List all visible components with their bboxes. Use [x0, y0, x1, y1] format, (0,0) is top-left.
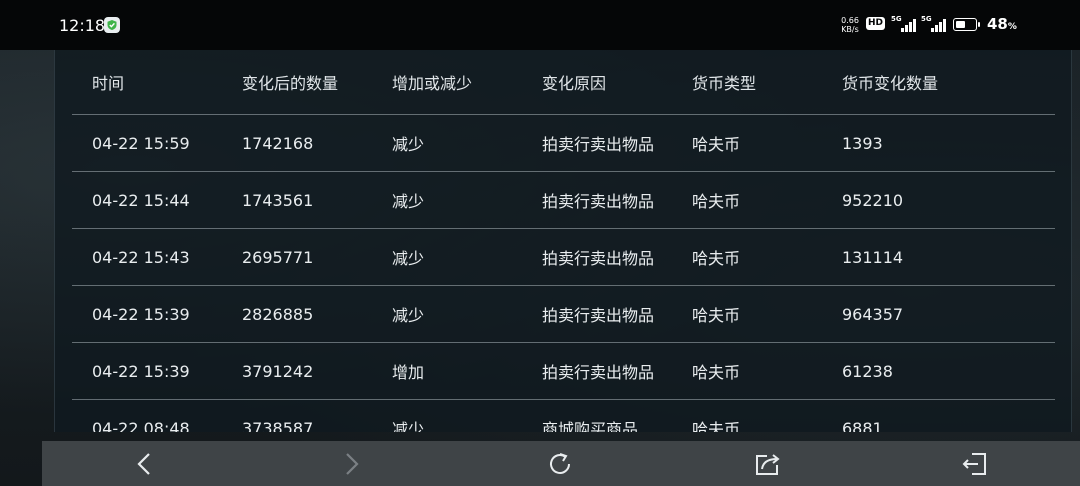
cell-time: 04-22 15:59 — [92, 133, 190, 153]
network-speed-unit: KB/s — [841, 25, 859, 34]
signal-2-icon: 5G — [921, 15, 947, 33]
cell-currency-type: 哈夫币 — [692, 420, 741, 432]
battery-percent: 48% — [987, 15, 1017, 33]
back-icon — [137, 453, 150, 475]
refresh-icon — [550, 453, 570, 474]
navigation-bar — [42, 441, 1080, 486]
forward-icon — [346, 453, 359, 475]
cell-change-amount: 6881 — [842, 418, 883, 433]
cell-change-amount: 952210 — [842, 190, 904, 210]
battery-fill — [956, 21, 965, 28]
share-icon — [756, 454, 780, 475]
cell-time: 04-22 15:44 — [92, 190, 190, 210]
signal-1-icon: 5G — [891, 15, 917, 33]
cell-change-direction: 减少 — [392, 306, 425, 325]
cell-change-amount: 964357 — [842, 304, 904, 324]
cell-change-direction: 减少 — [392, 135, 425, 154]
refresh-button[interactable] — [545, 449, 575, 479]
battery-percent-unit: % — [1007, 22, 1017, 32]
screen: 12:18 0.66 KB/s HD 5G 5G 48% 时间 变化后的数量 增… — [0, 0, 1080, 486]
cell-time: 04-22 15:39 — [92, 361, 190, 381]
table-header-row: 时间 变化后的数量 增加或减少 变化原因 货币类型 货币变化数量 — [72, 50, 1055, 115]
battery-icon — [953, 18, 980, 31]
cell-reason: 拍卖行卖出物品 — [542, 306, 655, 325]
cell-change-amount: 131114 — [842, 247, 904, 267]
header-time: 时间 — [92, 74, 125, 93]
cell-change-direction: 增加 — [392, 363, 425, 382]
status-bar: 12:18 0.66 KB/s HD 5G 5G 48% — [0, 0, 1080, 50]
header-amount-after: 变化后的数量 — [242, 74, 339, 93]
signal-1-label: 5G — [891, 15, 902, 23]
cell-amount-after: 2826885 — [242, 304, 314, 324]
header-change-direction: 增加或减少 — [392, 74, 473, 93]
table-row: 04-22 15:44 1743561 减少 拍卖行卖出物品 哈夫币 952210 — [72, 172, 1055, 229]
cell-currency-type: 哈夫币 — [692, 363, 741, 382]
cell-amount-after: 1742168 — [242, 133, 314, 153]
currency-log-panel: 时间 变化后的数量 增加或减少 变化原因 货币类型 货币变化数量 04-22 15:59 17… — [54, 50, 1072, 432]
cell-change-direction: 减少 — [392, 249, 425, 268]
cell-currency-type: 哈夫币 — [692, 135, 741, 154]
cell-currency-type: 哈夫币 — [692, 306, 741, 325]
table-row: 04-22 15:59 1742168 减少 拍卖行卖出物品 哈夫币 1393 — [72, 115, 1055, 172]
cell-reason: 拍卖行卖出物品 — [542, 192, 655, 211]
exit-icon — [962, 453, 986, 475]
table-row: 04-22 15:39 3791242 增加 拍卖行卖出物品 哈夫币 61238 — [72, 343, 1055, 400]
cell-time: 04-22 08:48 — [92, 418, 190, 433]
currency-log-table: 时间 变化后的数量 增加或减少 变化原因 货币类型 货币变化数量 04-22 15:59 17… — [72, 50, 1055, 432]
table-row: 04-22 08:48 3738587 减少 商城购买商品 哈夫币 6881 — [72, 400, 1055, 433]
cell-reason: 拍卖行卖出物品 — [542, 363, 655, 382]
header-reason: 变化原因 — [542, 74, 607, 93]
cell-time: 04-22 15:39 — [92, 304, 190, 324]
cell-currency-type: 哈夫币 — [692, 249, 741, 268]
cell-amount-after: 1743561 — [242, 190, 314, 210]
cell-amount-after: 3738587 — [242, 418, 314, 433]
security-shield-icon — [104, 17, 120, 33]
exit-button[interactable] — [960, 449, 990, 479]
forward-button[interactable] — [336, 449, 366, 479]
table-row: 04-22 15:43 2695771 减少 拍卖行卖出物品 哈夫币 131114 — [72, 229, 1055, 286]
battery-percent-value: 48 — [987, 15, 1008, 33]
cell-change-amount: 61238 — [842, 361, 893, 381]
cell-reason: 拍卖行卖出物品 — [542, 249, 655, 268]
share-button[interactable] — [753, 449, 783, 479]
cell-amount-after: 2695771 — [242, 247, 314, 267]
header-change-amount: 货币变化数量 — [842, 74, 939, 93]
hd-voice-badge: HD — [866, 17, 886, 30]
status-time: 12:18 — [59, 16, 106, 35]
cell-change-direction: 减少 — [392, 192, 425, 211]
cell-reason: 商城购买商品 — [542, 420, 639, 432]
cell-time: 04-22 15:43 — [92, 247, 190, 267]
table-row: 04-22 15:39 2826885 减少 拍卖行卖出物品 哈夫币 964357 — [72, 286, 1055, 343]
cell-reason: 拍卖行卖出物品 — [542, 135, 655, 154]
cell-change-direction: 减少 — [392, 420, 425, 432]
cell-change-amount: 1393 — [842, 133, 883, 153]
network-speed-value: 0.66 — [841, 16, 859, 25]
cell-amount-after: 3791242 — [242, 361, 314, 381]
back-button[interactable] — [130, 449, 160, 479]
cell-currency-type: 哈夫币 — [692, 192, 741, 211]
signal-2-label: 5G — [921, 15, 932, 23]
network-speed: 0.66 KB/s — [837, 16, 863, 34]
header-currency-type: 货币类型 — [692, 74, 757, 93]
